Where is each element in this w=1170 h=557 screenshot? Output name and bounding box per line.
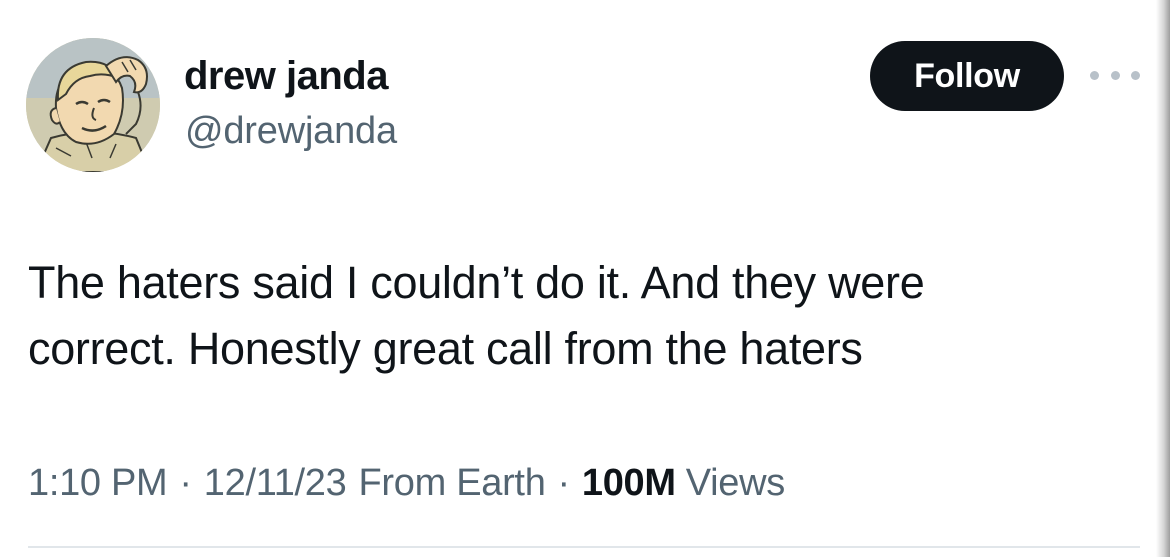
tweet-meta: 1:10 PM · 12/11/23 From Earth · 100M Vie…: [28, 462, 785, 505]
tweet-card: drew janda @drewjanda Follow The haters …: [0, 0, 1170, 557]
views-label: Views: [685, 462, 785, 504]
tweet-date[interactable]: 12/11/23: [204, 462, 347, 505]
cartoon-boy-avatar-icon: [26, 38, 160, 172]
avatar[interactable]: [26, 38, 160, 172]
author-display-name[interactable]: drew janda: [184, 54, 388, 99]
divider: [28, 546, 1140, 548]
tweet-time[interactable]: 1:10 PM: [28, 462, 168, 505]
more-dot: [1090, 70, 1099, 80]
more-dot: [1110, 70, 1120, 80]
tweet-text-line: correct. Honestly great call from the ha…: [28, 323, 863, 374]
meta-separator: ·: [179, 462, 192, 504]
views-count: 100M: [581, 462, 676, 504]
more-horizontal-icon[interactable]: [1090, 64, 1140, 86]
author-handle[interactable]: @drewjanda: [185, 110, 397, 153]
tweet-text: The haters said I couldn’t do it. And th…: [28, 250, 1108, 382]
more-dot: [1131, 70, 1140, 80]
follow-button[interactable]: Follow: [870, 41, 1064, 111]
tweet-text-line: The haters said I couldn’t do it. And th…: [28, 257, 925, 308]
page-edge-shadow: [1156, 0, 1170, 557]
meta-separator: ·: [557, 462, 571, 504]
tweet-location: From Earth: [358, 462, 546, 504]
